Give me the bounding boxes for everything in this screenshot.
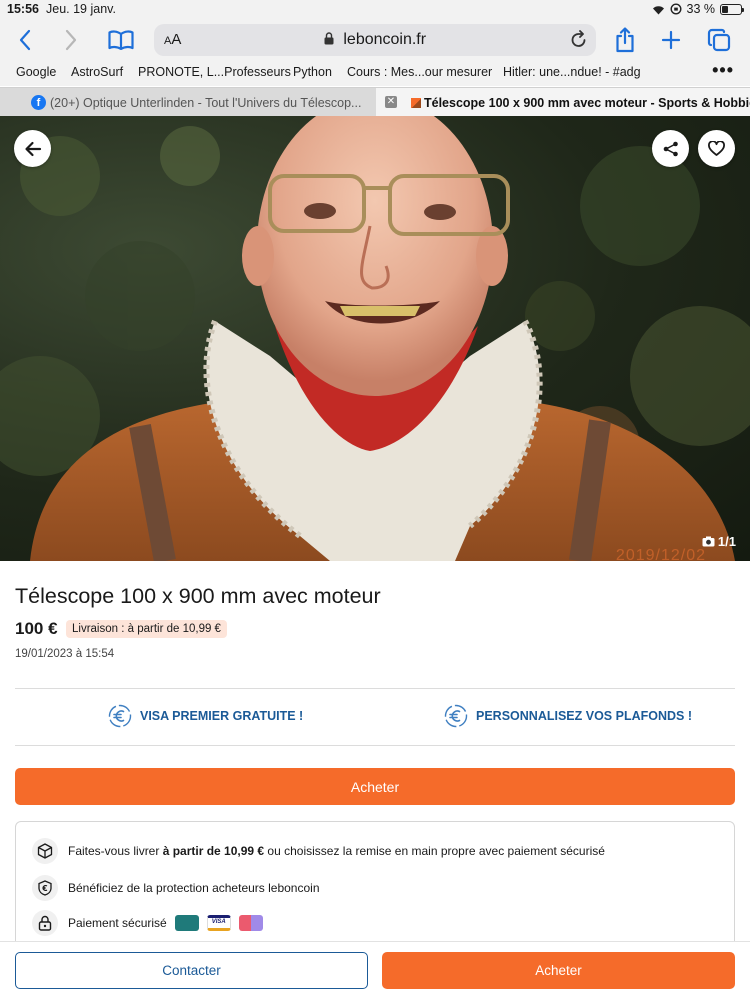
back-button[interactable] xyxy=(10,26,40,54)
listing-title: Télescope 100 x 900 mm avec moteur xyxy=(15,584,381,608)
euro-icon xyxy=(108,704,132,728)
listing-photo[interactable]: 2019/12/02 1/1 xyxy=(0,116,750,561)
tab-overview-button[interactable] xyxy=(704,26,734,54)
arrow-left-icon xyxy=(24,141,41,156)
bookmark-google[interactable]: Google xyxy=(16,65,56,79)
feature-protection-text: Bénéficiez de la protection acheteurs le… xyxy=(68,881,320,895)
heart-icon xyxy=(708,141,725,156)
address-bar[interactable]: AA leboncoin.fr xyxy=(154,24,596,56)
buy-button[interactable]: Acheter xyxy=(15,768,735,805)
package-icon xyxy=(32,838,58,864)
photo-counter: 1/1 xyxy=(702,534,736,549)
close-tab-icon[interactable]: ✕ xyxy=(385,96,397,108)
promo-label: VISA PREMIER GRATUITE ! xyxy=(140,709,304,723)
padlock-icon xyxy=(32,910,58,936)
plus-icon xyxy=(661,30,681,50)
bookmark-astrosurf[interactable]: AstroSurf xyxy=(71,65,123,79)
promo-plafonds[interactable]: PERSONNALISEZ VOS PLAFONDS ! xyxy=(444,704,692,728)
new-tab-button[interactable] xyxy=(656,26,686,54)
lock-icon xyxy=(324,32,334,45)
browser-toolbar: AA leboncoin.fr xyxy=(0,20,750,60)
bookmark-python[interactable]: Python xyxy=(293,65,332,79)
photo-date-stamp: 2019/12/02 xyxy=(615,547,706,561)
photo-counter-text: 1/1 xyxy=(717,534,736,549)
shield-euro-icon xyxy=(32,875,58,901)
share-nodes-icon xyxy=(663,141,678,156)
status-bar: 15:56 Jeu. 19 janv. 33 % xyxy=(0,0,750,20)
wifi-icon xyxy=(652,5,664,14)
bookmark-hitler[interactable]: Hitler: une...ndue! - #adg xyxy=(503,65,641,79)
favorite-button[interactable] xyxy=(698,130,735,167)
mastercard-icon xyxy=(238,915,263,931)
bookmarks-button[interactable] xyxy=(106,26,136,54)
tab-strip: f (20+) Optique Unterlinden - Tout l'Uni… xyxy=(0,87,750,117)
tabs-icon xyxy=(707,28,731,52)
delivery-badge: Livraison : à partir de 10,99 € xyxy=(66,620,227,638)
reload-icon[interactable] xyxy=(570,30,588,50)
promo-visa-premier[interactable]: VISA PREMIER GRATUITE ! xyxy=(108,704,303,728)
chevron-left-icon xyxy=(19,29,31,51)
battery-icon xyxy=(720,3,744,15)
tab-label: Télescope 100 x 900 mm avec moteur - Spo… xyxy=(424,95,750,110)
feature-payment: Paiement sécurisé VISA xyxy=(32,910,263,936)
url-text: leboncoin.fr xyxy=(343,31,427,48)
status-time: 15:56 xyxy=(7,2,39,16)
bookmarks-bar: Google AstroSurf PRONOTE, L...Professeur… xyxy=(0,60,750,86)
feature-delivery-text: Faites-vous livrer à partir de 10,99 € o… xyxy=(68,844,605,858)
tab-label: (20+) Optique Unterlinden - Tout l'Unive… xyxy=(50,95,362,110)
cb-card-icon xyxy=(174,915,199,931)
bottom-action-bar: Contacter Acheter xyxy=(0,941,750,1000)
status-date: Jeu. 19 janv. xyxy=(46,2,116,16)
buy-button-bottom[interactable]: Acheter xyxy=(382,952,735,989)
bookmark-cours[interactable]: Cours : Mes...our mesurer xyxy=(347,65,492,79)
feature-protection: Bénéficiez de la protection acheteurs le… xyxy=(32,875,320,901)
photo-back-button[interactable] xyxy=(14,130,51,167)
facebook-icon: f xyxy=(31,95,46,110)
contact-button[interactable]: Contacter xyxy=(15,952,368,989)
promo-label: PERSONNALISEZ VOS PLAFONDS ! xyxy=(476,709,692,723)
leboncoin-icon xyxy=(411,98,421,108)
posted-date: 19/01/2023 à 15:54 xyxy=(15,648,115,660)
photo-illustration xyxy=(0,116,750,561)
bookmarks-more-button[interactable]: ••• xyxy=(712,60,734,81)
chevron-right-icon xyxy=(65,29,77,51)
feature-delivery: Faites-vous livrer à partir de 10,99 € o… xyxy=(32,838,605,864)
orientation-lock-icon xyxy=(669,3,682,15)
bookmark-pronote[interactable]: PRONOTE, L...Professeurs xyxy=(138,65,291,79)
camera-icon xyxy=(702,536,715,547)
divider xyxy=(15,688,735,689)
url-display: leboncoin.fr xyxy=(154,31,596,49)
share-listing-button[interactable] xyxy=(652,130,689,167)
divider xyxy=(15,745,735,746)
visa-card-icon: VISA xyxy=(206,915,231,931)
purchase-features-box: Faites-vous livrer à partir de 10,99 € o… xyxy=(15,821,735,951)
feature-payment-text: Paiement sécurisé xyxy=(68,916,167,930)
share-icon xyxy=(616,27,634,53)
share-button[interactable] xyxy=(610,26,640,54)
euro-icon xyxy=(444,704,468,728)
tab-optique-unterlinden[interactable]: f (20+) Optique Unterlinden - Tout l'Uni… xyxy=(0,88,376,117)
tab-telescope[interactable]: ✕ Télescope 100 x 900 mm avec moteur - S… xyxy=(376,88,750,117)
status-right: 33 % xyxy=(652,2,744,16)
book-icon xyxy=(108,30,134,50)
listing-price: 100 € xyxy=(15,619,58,638)
forward-button[interactable] xyxy=(56,26,86,54)
battery-fill xyxy=(722,5,728,13)
battery-percent: 33 % xyxy=(686,2,716,16)
